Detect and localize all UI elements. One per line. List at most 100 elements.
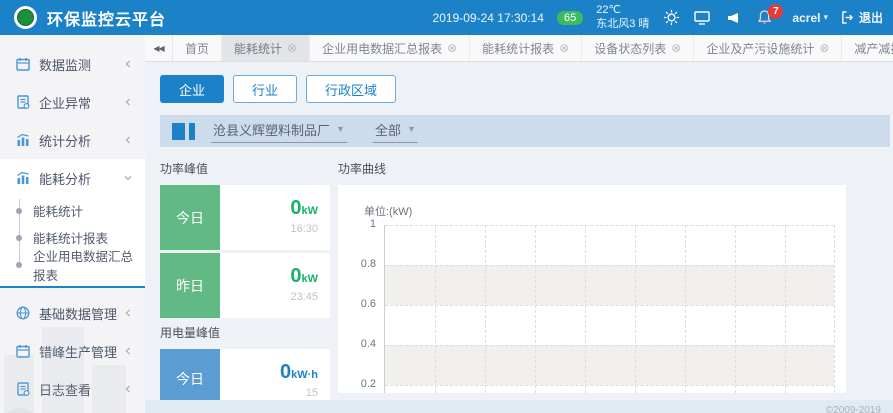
header-bar: 环保监控云平台 2019-09-24 17:30:14 65 22℃ 东北风3 … bbox=[0, 0, 893, 35]
chevron-down-icon bbox=[123, 173, 133, 183]
sidebar-group-energy-analysis: 能耗分析 能耗统计 能耗统计报表 企业用电数据汇总报表 bbox=[0, 159, 145, 288]
energy-peak-title: 用电量峰值 bbox=[160, 324, 330, 342]
wind-condition: 东北风3 晴 bbox=[596, 18, 649, 30]
power-curve-panel: 功率曲线 单位:(kW) 1 0.8 0.6 0.4 0.2 bbox=[338, 160, 846, 393]
gridline bbox=[435, 225, 436, 393]
bullet-icon bbox=[16, 208, 22, 214]
industry-view-button[interactable]: 行业 bbox=[233, 75, 297, 103]
gridline bbox=[385, 265, 834, 266]
tab-bar: ◀◀ 首页 能耗统计 ⊗ 企业用电数据汇总报表 ⊗ 能耗统计报表 ⊗ 设备状态 bbox=[145, 35, 893, 62]
decor-square-icon bbox=[172, 123, 185, 140]
sidebar-subitem-power-summary-report[interactable]: 企业用电数据汇总报表 bbox=[0, 251, 145, 278]
filter-bar: 沧县义辉塑料制品厂 ▼ 全部 ▼ bbox=[160, 115, 890, 147]
footer-bar: ©2009-2019 bbox=[145, 400, 893, 413]
app-window: 环保监控云平台 2019-09-24 17:30:14 65 22℃ 东北风3 … bbox=[0, 0, 893, 413]
gridline bbox=[635, 225, 636, 393]
tab-energy-report[interactable]: 能耗统计报表 ⊗ bbox=[470, 35, 582, 61]
sidebar-item-energy-analysis[interactable]: 能耗分析 bbox=[0, 159, 145, 197]
logout-button[interactable]: 退出 bbox=[841, 9, 883, 26]
bullet-icon bbox=[16, 235, 22, 241]
gridline bbox=[585, 225, 586, 393]
y-tick: 0.6 bbox=[338, 298, 376, 310]
monitor-icon[interactable] bbox=[693, 9, 711, 27]
tab-energy-statistics[interactable]: 能耗统计 ⊗ bbox=[222, 35, 310, 61]
tab-home[interactable]: 首页 bbox=[173, 35, 222, 61]
enterprise-view-button[interactable]: 企业 bbox=[160, 75, 224, 103]
tab-reduction-analysis[interactable]: 减产减排分析 ⊗ bbox=[842, 35, 893, 61]
tabs-scroll-left-button[interactable]: ◀◀ bbox=[145, 35, 173, 61]
peak-cards-column: 功率峰值 今日 0kW 16:30 昨日 0kW bbox=[160, 160, 330, 409]
company-select[interactable]: 沧县义辉塑料制品厂 ▼ bbox=[211, 120, 347, 143]
chevron-down-icon: ▼ bbox=[407, 124, 416, 134]
logout-label: 退出 bbox=[859, 9, 883, 26]
power-peak-today-card: 今日 0kW 16:30 bbox=[160, 185, 330, 250]
power-peak-title: 功率峰值 bbox=[160, 160, 330, 178]
sidebar-submenu: 能耗统计 能耗统计报表 企业用电数据汇总报表 bbox=[0, 197, 145, 278]
watermark-building bbox=[92, 365, 126, 413]
power-curve-title: 功率曲线 bbox=[338, 160, 846, 178]
content-area: 企业 行业 行政区域 沧县义辉塑料制品厂 ▼ 全部 ▼ bbox=[145, 62, 893, 413]
chevron-down-icon: ▾ bbox=[823, 12, 828, 23]
gridline bbox=[385, 345, 834, 346]
gridline bbox=[735, 225, 736, 393]
power-curve-chart: 单位:(kW) 1 0.8 0.6 0.4 0.2 bbox=[338, 185, 846, 393]
datetime: 2019-09-24 17:30:14 bbox=[433, 11, 544, 25]
aqi-badge: 65 bbox=[557, 11, 583, 25]
notifications-bell-icon[interactable]: 7 bbox=[755, 9, 773, 27]
sun-weather-icon bbox=[662, 9, 680, 27]
split-area-band bbox=[385, 345, 834, 385]
tab-enterprise-power-summary[interactable]: 企业用电数据汇总报表 ⊗ bbox=[310, 35, 470, 61]
gridline bbox=[685, 225, 686, 393]
globe-icon bbox=[16, 306, 30, 320]
temperature: 22℃ bbox=[596, 4, 621, 16]
watermark-building bbox=[42, 327, 84, 413]
gridline bbox=[385, 305, 834, 306]
tab-device-status-list[interactable]: 设备状态列表 ⊗ bbox=[582, 35, 694, 61]
power-peak-yesterday-card: 昨日 0kW 23:45 bbox=[160, 253, 330, 318]
y-axis-unit-label: 单位:(kW) bbox=[364, 203, 412, 219]
energy-peak-today-value: 0 bbox=[280, 361, 291, 383]
chevron-down-icon: ▼ bbox=[336, 124, 345, 134]
tab-close-icon[interactable]: ⊗ bbox=[819, 42, 829, 54]
bar-chart-icon bbox=[16, 171, 30, 185]
plot-area bbox=[384, 225, 834, 393]
sidebar-item-data-monitoring[interactable]: 数据监测 bbox=[0, 45, 145, 83]
tab-close-icon[interactable]: ⊗ bbox=[559, 42, 569, 54]
user-menu[interactable]: acrel ▾ bbox=[792, 11, 828, 25]
power-peak-yesterday-value: 0 bbox=[290, 265, 301, 287]
bar-chart-icon bbox=[16, 133, 30, 147]
gridline bbox=[385, 385, 834, 386]
y-tick: 1 bbox=[338, 218, 376, 230]
calendar-icon bbox=[16, 57, 30, 71]
chevron-left-icon bbox=[123, 97, 133, 107]
gridline bbox=[485, 225, 486, 393]
sidebar-item-statistical-analysis[interactable]: 统计分析 bbox=[0, 121, 145, 159]
tab-enterprise-pollution-stats[interactable]: 企业及产污设施统计 ⊗ bbox=[694, 35, 842, 61]
power-peak-today-unit: kW bbox=[302, 205, 319, 217]
app-logo-icon bbox=[14, 6, 37, 29]
sidebar: 数据监测 企业异常 统计分析 能耗分析 bbox=[0, 35, 145, 413]
sidebar-subitem-energy-statistics[interactable]: 能耗统计 bbox=[0, 197, 145, 224]
tab-close-icon[interactable]: ⊗ bbox=[671, 42, 681, 54]
speaker-icon[interactable] bbox=[724, 9, 742, 27]
tab-close-icon[interactable]: ⊗ bbox=[447, 42, 457, 54]
gridline bbox=[834, 225, 835, 393]
sidebar-item-enterprise-abnormal[interactable]: 企业异常 bbox=[0, 83, 145, 121]
weather-info: 22℃ 东北风3 晴 bbox=[596, 4, 649, 32]
y-tick: 0.8 bbox=[338, 258, 376, 270]
gridline bbox=[535, 225, 536, 393]
chevron-left-icon bbox=[123, 346, 133, 356]
app-title: 环保监控云平台 bbox=[47, 6, 166, 30]
scope-select[interactable]: 全部 ▼ bbox=[373, 120, 418, 143]
y-tick: 0.4 bbox=[338, 338, 376, 350]
chevron-left-icon bbox=[123, 59, 133, 69]
energy-peak-today-time: 15 bbox=[220, 387, 318, 399]
chevron-left-icon bbox=[123, 135, 133, 145]
tab-close-icon[interactable]: ⊗ bbox=[287, 42, 297, 54]
region-view-button[interactable]: 行政区域 bbox=[306, 75, 396, 103]
bullet-icon bbox=[16, 262, 22, 268]
notification-count-badge: 7 bbox=[768, 4, 783, 19]
power-peak-today-time: 16:30 bbox=[220, 223, 318, 235]
decor-square-icon bbox=[189, 123, 195, 140]
split-area-band bbox=[385, 265, 834, 305]
